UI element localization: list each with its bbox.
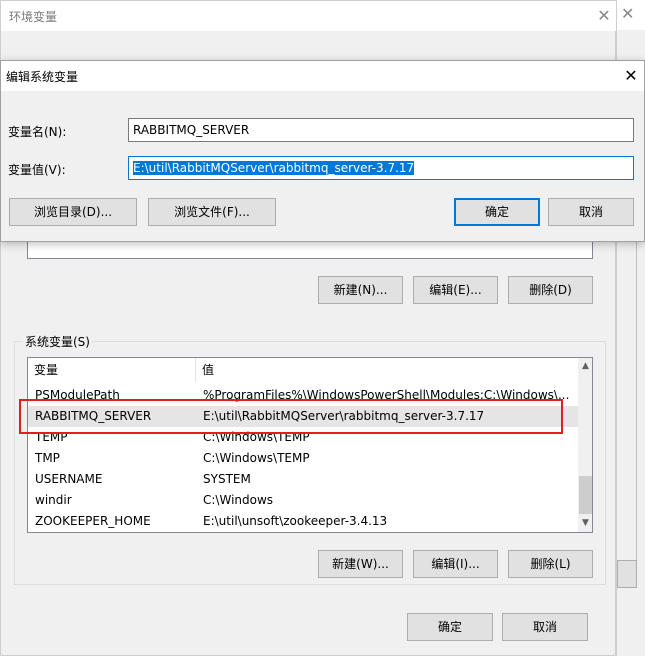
edit-dialog-titlebar: 编辑系统变量 ✕ — [1, 61, 644, 91]
scroll-down-icon[interactable]: ▼ — [578, 515, 592, 532]
dialog-cancel-button[interactable]: 取消 — [548, 198, 634, 226]
scroll-up-icon[interactable]: ▲ — [578, 358, 592, 375]
user-delete-button[interactable]: 删除(D) — [508, 276, 593, 304]
close-icon[interactable]: ✕ — [593, 5, 615, 27]
dialog-ok-button[interactable]: 确定 — [454, 198, 540, 226]
variable-value-label: 变量值(V): — [8, 163, 66, 177]
user-variables-list[interactable] — [27, 241, 593, 259]
vertical-scrollbar[interactable]: ▲ ▼ — [578, 358, 592, 532]
row-variable-value: E:\util\unsoft\zookeeper-3.4.13 — [203, 514, 388, 528]
row-variable-value: C:\Windows\TEMP — [203, 451, 310, 465]
system-edit-button[interactable]: 编辑(I)... — [413, 550, 498, 578]
column-header-name[interactable]: 变量 — [28, 358, 196, 382]
variable-name-label: 变量名(N): — [8, 125, 67, 139]
table-row[interactable]: USERNAME SYSTEM — [28, 469, 578, 490]
system-new-button[interactable]: 新建(W)... — [318, 550, 403, 578]
adjacent-window-button[interactable] — [617, 560, 637, 588]
scrollbar-thumb[interactable] — [579, 476, 592, 514]
browse-directory-button[interactable]: 浏览目录(D)... — [9, 198, 137, 226]
row-variable-value: SYSTEM — [203, 472, 251, 486]
row-variable-name: USERNAME — [35, 472, 103, 486]
adjacent-window-panel — [617, 240, 637, 560]
system-variables-label: 系统变量(S) — [23, 333, 92, 350]
row-variable-name: windir — [35, 493, 72, 507]
variable-value-input[interactable]: E:\util\RabbitMQServer\rabbitmq_server-3… — [128, 156, 634, 180]
table-row[interactable]: TMP C:\Windows\TEMP — [28, 448, 578, 469]
adjacent-window-titlebar: ✕ — [617, 0, 645, 30]
list-header: 变量 值 — [28, 358, 578, 382]
user-edit-button[interactable]: 编辑(E)... — [413, 276, 498, 304]
annotation-highlight-box — [19, 399, 563, 434]
close-icon[interactable]: ✕ — [621, 4, 634, 23]
edit-system-variable-dialog: 编辑系统变量 ✕ 变量名(N): RABBITMQ_SERVER 变量值(V):… — [0, 60, 645, 242]
row-variable-name: TMP — [35, 451, 60, 465]
row-variable-value: C:\Windows — [203, 493, 274, 507]
row-variable-name: ZOOKEEPER_HOME — [35, 514, 151, 528]
column-header-value[interactable]: 值 — [196, 358, 578, 382]
window-title: 环境变量 — [9, 10, 58, 24]
system-delete-button[interactable]: 删除(L) — [508, 550, 593, 578]
environment-variables-titlebar: 环境变量 ✕ — [1, 1, 617, 31]
variable-name-input[interactable]: RABBITMQ_SERVER — [128, 118, 634, 142]
table-row[interactable]: windir C:\Windows — [28, 490, 578, 511]
ok-button[interactable]: 确定 — [407, 613, 493, 641]
system-variables-list[interactable]: 变量 值 PSModulePath %ProgramFiles%\WindowsP… — [27, 357, 593, 533]
dialog-title: 编辑系统变量 — [6, 70, 79, 84]
selected-text: E:\util\RabbitMQServer\rabbitmq_server-3… — [133, 161, 415, 175]
browse-file-button[interactable]: 浏览文件(F)... — [148, 198, 276, 226]
table-row[interactable]: ZOOKEEPER_HOME E:\util\unsoft\zookeeper-3… — [28, 511, 578, 532]
cancel-button[interactable]: 取消 — [502, 613, 588, 641]
close-icon[interactable]: ✕ — [620, 65, 642, 87]
user-new-button[interactable]: 新建(N)... — [318, 276, 403, 304]
